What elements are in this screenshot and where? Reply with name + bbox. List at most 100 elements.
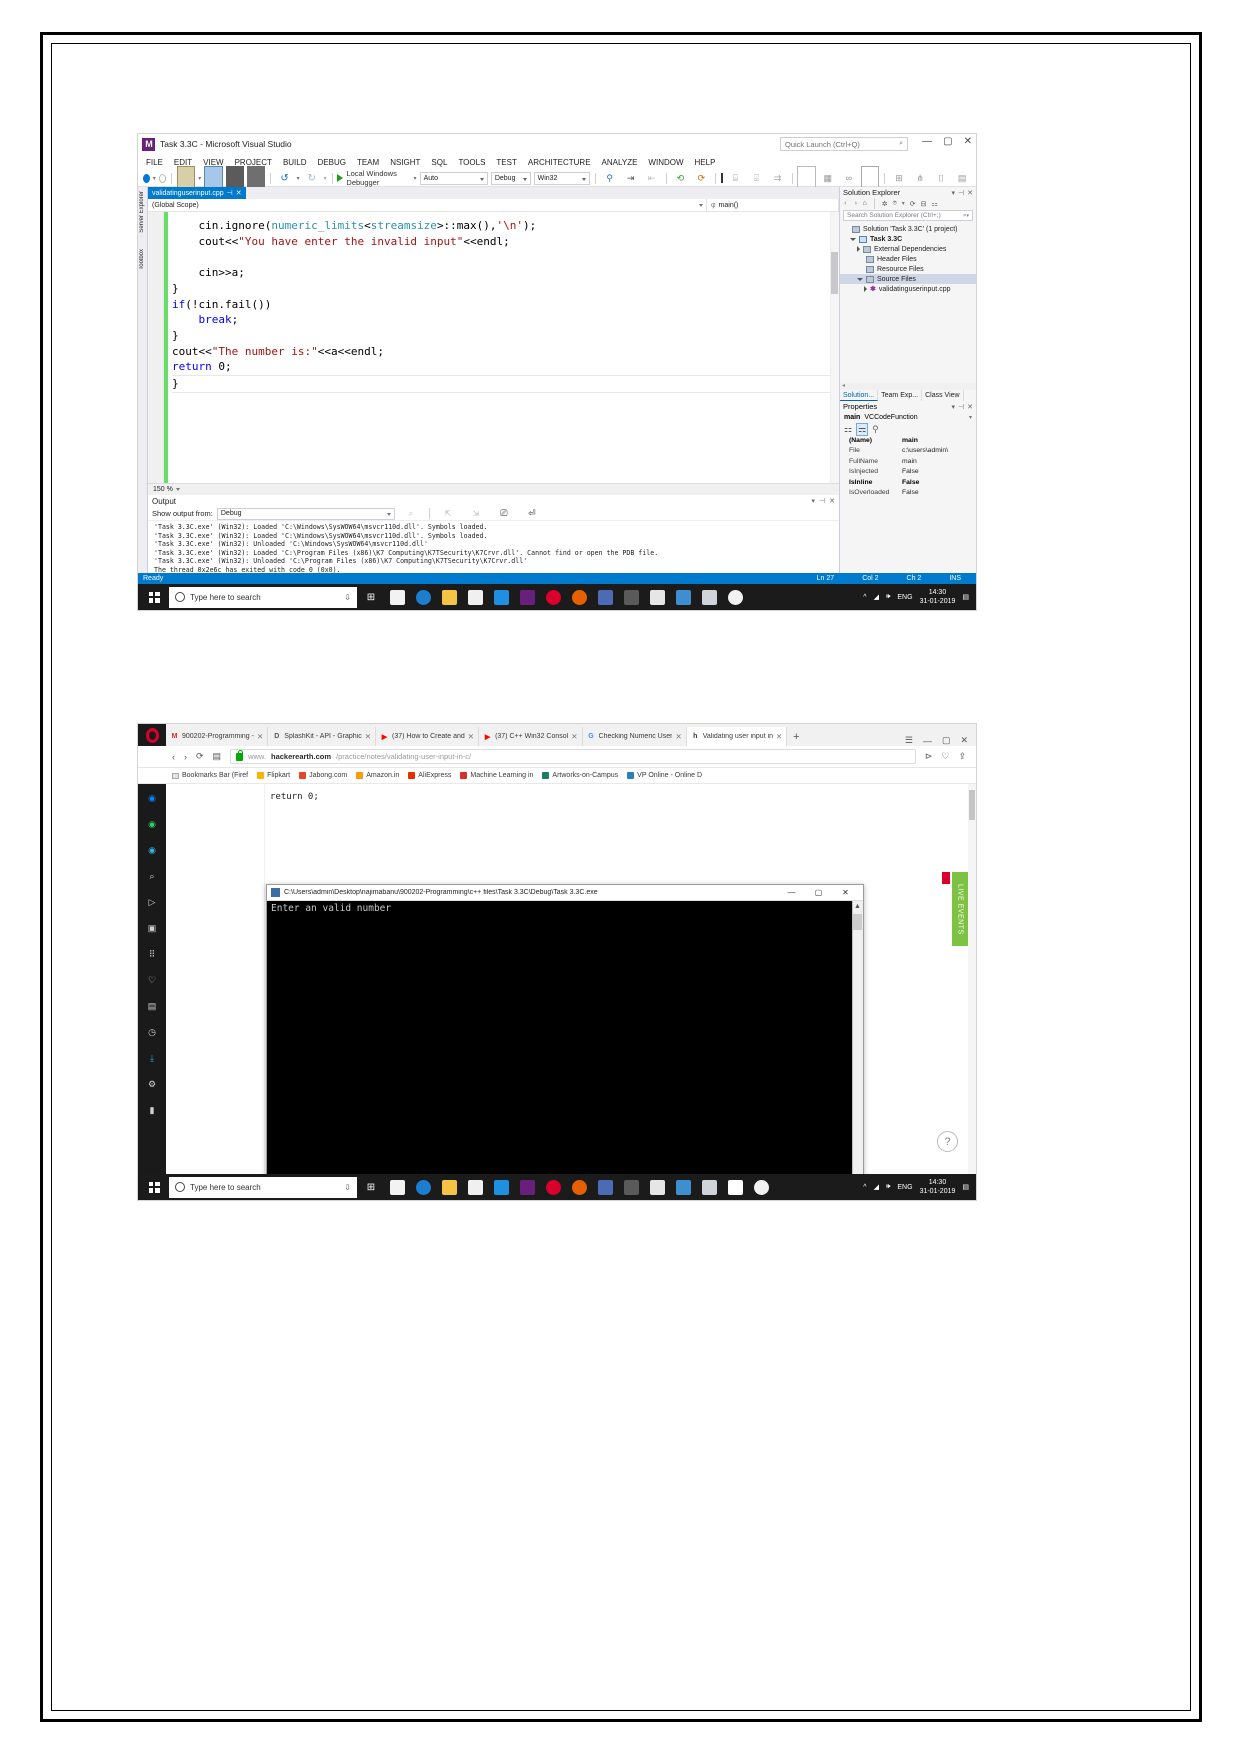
property-row[interactable]: IsInjected False: [840, 467, 976, 478]
volume-icon[interactable]: 🕪: [886, 1183, 890, 1191]
taskbar-visual-studio-icon[interactable]: [515, 1175, 539, 1199]
solution-explorer-search-input[interactable]: Search Solution Explorer (Ctrl+;) ⌕ ▾: [843, 210, 973, 221]
code-editor[interactable]: cin.ignore(numeric_limits<streamsize>::m…: [148, 212, 839, 483]
history-icon[interactable]: ◷: [145, 1025, 160, 1040]
clear-all-icon[interactable]: ⎚: [492, 502, 516, 526]
expand-triangle-right-icon[interactable]: [857, 246, 860, 252]
search-icon[interactable]: ⌕: [145, 869, 160, 884]
action-center-icon[interactable]: ▤: [962, 1183, 969, 1191]
property-pages-icon[interactable]: ⚲: [872, 424, 879, 435]
vs-standard-toolbar[interactable]: ▾ ▾ ↺ ▾ ↻ ▾ Local Windows Debugger ▾ Aut…: [138, 166, 976, 190]
downloads-icon[interactable]: ⤓: [145, 1051, 160, 1066]
vs-left-dock-rail[interactable]: Server Explorer Toolbox: [138, 187, 148, 610]
taskbar-visual-studio-icon[interactable]: [515, 585, 539, 609]
refresh-icon[interactable]: ⟳: [910, 200, 916, 208]
opera-sidebar[interactable]: ◉ ◉ ◉ ⌕ ▷ ▣ ⠿ ♡ ▤ ◷ ⤓ ⚙ ▮: [138, 784, 166, 1174]
taskbar-console-icon[interactable]: [723, 1175, 747, 1199]
messenger-icon[interactable]: ◉: [145, 791, 160, 806]
taskbar-browser-globe-icon[interactable]: [723, 585, 747, 609]
tab-class-view[interactable]: Class View: [922, 390, 964, 401]
solution-tree[interactable]: Solution 'Task 3.3C' (1 project) Task 3.3…: [840, 222, 976, 383]
editor-zoom-bar[interactable]: 150 %: [148, 483, 839, 495]
back-icon[interactable]: ◐: [844, 200, 848, 207]
start-debugging-icon[interactable]: [337, 174, 344, 182]
taskbar-pdf-icon[interactable]: [697, 585, 721, 609]
taskbar-photos-icon[interactable]: [671, 585, 695, 609]
browser-tab[interactable]: ▶ (37) C++ Win32 Consol ✕: [479, 727, 583, 746]
apps-icon[interactable]: ⠿: [145, 947, 160, 962]
close-icon[interactable]: ✕: [571, 732, 577, 741]
close-icon[interactable]: ✕: [964, 136, 972, 147]
menu-sql[interactable]: SQL: [431, 158, 447, 167]
taskbar-pdf-icon[interactable]: [697, 1175, 721, 1199]
taskbar-file-explorer-icon[interactable]: [437, 585, 461, 609]
categorized-view-icon[interactable]: ⚏: [844, 424, 852, 435]
navigate-backward-icon[interactable]: [143, 173, 150, 183]
url-input[interactable]: www. hackerearth.com/practice/notes/valid…: [230, 749, 916, 764]
property-row[interactable]: IsInline False: [840, 477, 976, 488]
windows-taskbar-vs[interactable]: Type here to search ⇩ ⊞ ^ ◢ 🕪 ENG 14:30 …: [138, 584, 976, 610]
bookmark-item[interactable]: Artworks-on-Campus: [542, 772, 618, 779]
property-row[interactable]: (Name) main: [840, 435, 976, 446]
minimize-icon[interactable]: —: [778, 885, 805, 901]
close-icon[interactable]: ✕: [967, 403, 973, 411]
maximize-icon[interactable]: ▢: [942, 735, 951, 746]
chevron-down-icon[interactable]: ▾: [966, 213, 969, 219]
taskbar-mail-icon[interactable]: [385, 585, 409, 609]
taskbar-firefox-icon[interactable]: [567, 1175, 591, 1199]
go-to-next-message-icon[interactable]: ⇲: [464, 502, 488, 526]
extensions-icon[interactable]: ⇪: [958, 751, 966, 762]
taskbar-opera-icon[interactable]: [541, 585, 565, 609]
minimize-icon[interactable]: —: [923, 736, 932, 746]
right-dock-tabs[interactable]: Solution... Team Exp... Class View: [840, 390, 976, 401]
vs-window-controls[interactable]: — ▢ ✕: [922, 136, 972, 147]
action-center-icon[interactable]: ▤: [962, 593, 969, 601]
pin-icon[interactable]: ⊣: [227, 189, 233, 197]
maximize-icon[interactable]: ▢: [805, 885, 832, 901]
maximize-icon[interactable]: ▢: [943, 136, 952, 147]
close-icon[interactable]: ✕: [960, 735, 968, 746]
windows-taskbar-browser[interactable]: Type here to search ⇩ ⊞ ^ ◢ 🕪 ENG 14:30 …: [138, 1174, 976, 1200]
start-button[interactable]: [141, 1174, 167, 1200]
network-icon[interactable]: ◢: [874, 593, 879, 601]
close-icon[interactable]: ✕: [468, 732, 474, 741]
forward-icon[interactable]: ›: [184, 752, 187, 762]
find-message-icon[interactable]: ⌕: [399, 502, 423, 526]
opera-menu-button[interactable]: [138, 724, 166, 746]
document-tab-validatinguserinput[interactable]: validatinguserinput.cpp ⊣ ✕: [148, 187, 246, 199]
close-icon[interactable]: ✕: [675, 732, 681, 741]
taskbar-mail-icon[interactable]: [385, 1175, 409, 1199]
taskbar-firefox-icon[interactable]: [567, 585, 591, 609]
live-events-tab[interactable]: LIVE EVENTS: [952, 872, 968, 946]
pin-icon[interactable]: ⊣: [819, 497, 825, 505]
browser-window-controls[interactable]: ☰ — ▢ ✕: [897, 735, 976, 746]
member-dropdown[interactable]: φ main(): [707, 199, 839, 211]
task-view-button[interactable]: ⊞: [359, 1175, 383, 1199]
properties-icon[interactable]: ⚏: [932, 200, 938, 208]
scroll-left-arrow-icon[interactable]: ◂: [842, 382, 845, 389]
dock-server-explorer[interactable]: Server Explorer: [139, 191, 145, 233]
chevron-down-icon[interactable]: ▾: [969, 414, 972, 421]
tree-node[interactable]: Task 3.3C: [840, 234, 976, 244]
editor-code-text[interactable]: cin.ignore(numeric_limits<streamsize>::m…: [168, 212, 839, 483]
navigate-forward-icon[interactable]: [158, 173, 167, 183]
scroll-up-arrow-icon[interactable]: ▲: [853, 903, 862, 910]
editor-scroll-thumb[interactable]: [831, 252, 838, 294]
editor-vertical-scrollbar[interactable]: [830, 212, 839, 483]
microphone-icon[interactable]: ⇩: [344, 593, 351, 602]
close-icon[interactable]: ✕: [829, 497, 835, 505]
taskbar-search-input[interactable]: Type here to search ⇩: [169, 586, 357, 608]
go-to-previous-message-icon[interactable]: ⇱: [436, 502, 460, 526]
news-icon[interactable]: ▤: [145, 999, 160, 1014]
taskbar-system-tray[interactable]: ^ ◢ 🕪 ENG 14:30 31-01-2019 ▤: [863, 588, 973, 606]
browser-tab[interactable]: D SplashKit - API - Graphic ✕: [268, 727, 376, 746]
pin-icon[interactable]: ⊣: [958, 189, 964, 197]
taskbar-chrome-icon[interactable]: [593, 1175, 617, 1199]
taskbar-search-input[interactable]: Type here to search ⇩: [169, 1176, 357, 1198]
close-icon[interactable]: ✕: [832, 885, 859, 901]
taskbar-browser-globe-icon[interactable]: [749, 1175, 773, 1199]
taskbar-clock[interactable]: 14:30 31-01-2019: [920, 1178, 956, 1196]
browser-tab[interactable]: M 900202-Programming - ✕: [166, 727, 269, 746]
speed-dial-icon[interactable]: ▤: [213, 751, 222, 762]
property-row[interactable]: FullName main: [840, 456, 976, 467]
